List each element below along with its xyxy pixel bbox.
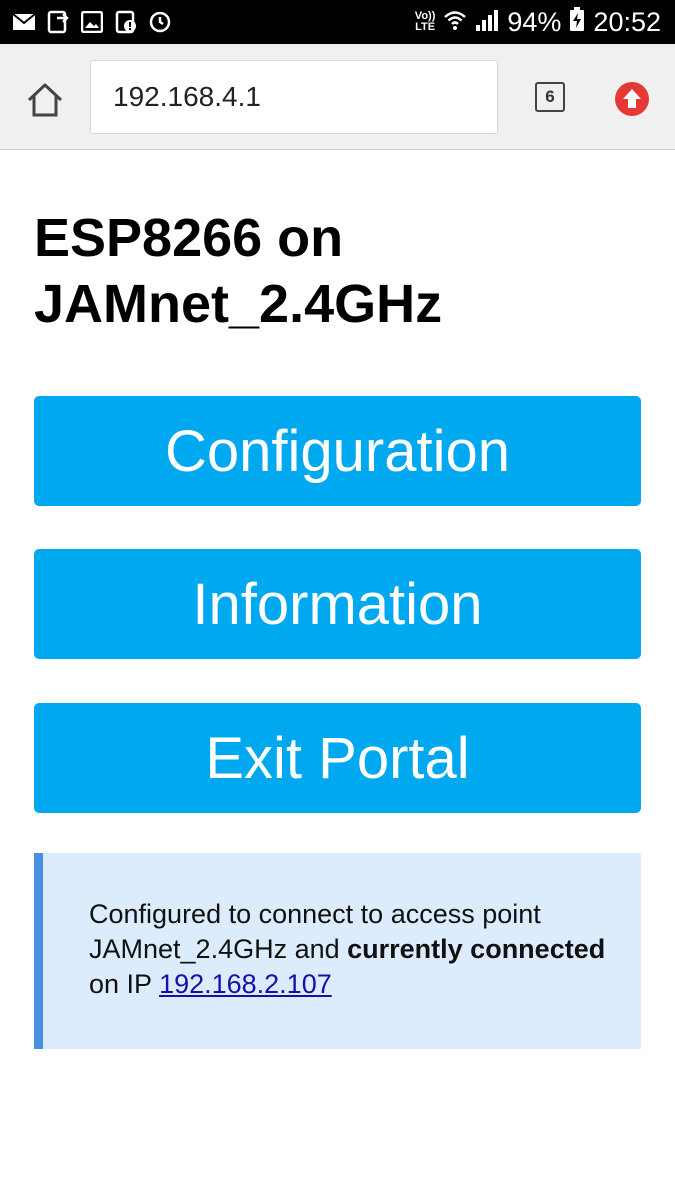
address-bar[interactable]: 192.168.4.1 <box>90 60 498 134</box>
system-status: Vo)) LTE 94% 20:52 <box>414 6 661 38</box>
notification-icons <box>12 10 172 34</box>
wifi-icon <box>443 7 467 38</box>
battery-percent: 94% <box>507 6 562 37</box>
tab-count: 6 <box>545 87 555 106</box>
tabs-button[interactable]: 6 <box>535 82 565 112</box>
home-button[interactable] <box>24 79 66 121</box>
mail-icon <box>12 10 36 34</box>
info-bold-status: currently connected <box>347 934 606 964</box>
sync-icon <box>148 10 172 34</box>
connection-info-box: Configured to connect to access point JA… <box>34 853 641 1049</box>
ip-link[interactable]: 192.168.2.107 <box>159 969 332 999</box>
status-bar: Vo)) LTE 94% 20:52 <box>0 0 675 44</box>
update-button[interactable] <box>614 81 650 117</box>
information-button[interactable]: Information <box>34 549 641 659</box>
alert-file-icon <box>114 10 138 34</box>
clock: 20:52 <box>593 6 661 37</box>
info-text-2: on IP <box>89 969 160 999</box>
gallery-icon <box>80 10 104 34</box>
exit-portal-button[interactable]: Exit Portal <box>34 703 641 813</box>
home-icon <box>27 83 63 117</box>
browser-toolbar: 192.168.4.1 6 <box>0 44 675 150</box>
arrow-up-circle-icon <box>615 82 649 116</box>
volte-indicator: Vo)) LTE <box>414 10 436 33</box>
page-title: ESP8266 on JAMnet_2.4GHz <box>34 208 443 334</box>
battery-charging-icon <box>569 6 585 38</box>
configuration-button[interactable]: Configuration <box>34 396 641 506</box>
signal-icon <box>475 7 499 38</box>
url-text: 192.168.4.1 <box>113 81 261 112</box>
sim-update-icon <box>46 10 70 34</box>
